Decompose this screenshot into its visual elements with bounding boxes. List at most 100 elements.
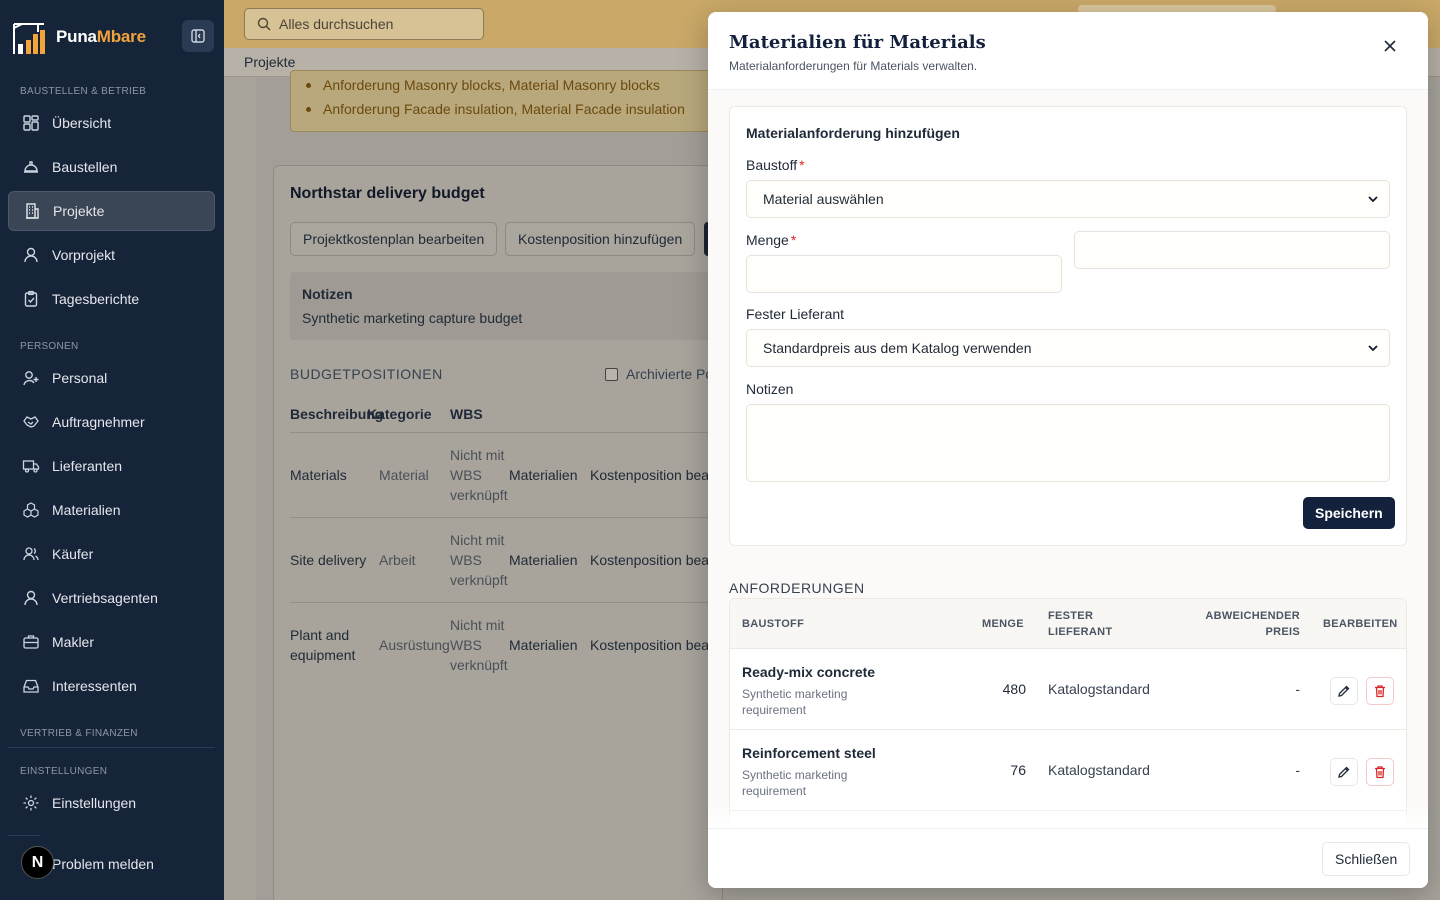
sidebar-item-label: Projekte xyxy=(53,203,105,219)
save-button[interactable]: Speichern xyxy=(1303,497,1395,529)
warning-line: Anforderung Facade insulation, Material … xyxy=(323,101,685,117)
handshake-icon xyxy=(23,416,39,428)
users-icon xyxy=(23,547,39,561)
sidebar-divider xyxy=(8,835,40,836)
report-problem-link[interactable]: Problem melden xyxy=(52,856,154,872)
sidebar-item-brokers[interactable]: Makler xyxy=(8,622,215,662)
inbox-icon xyxy=(23,679,39,693)
sidebar-item-leads[interactable]: Interessenten xyxy=(8,666,215,706)
delete-requirement-button[interactable] xyxy=(1366,758,1394,786)
scroll-fade xyxy=(708,802,1428,828)
collapse-sidebar-button[interactable] xyxy=(182,20,214,52)
requirements-title: ANFORDERUNGEN xyxy=(729,580,865,596)
truck-icon xyxy=(22,460,40,473)
budget-notes xyxy=(290,272,710,340)
column-header-category: Kategorie xyxy=(367,406,432,422)
app-logo[interactable]: PunaMbare xyxy=(8,18,146,56)
row-edit-link[interactable]: Kostenposition bea xyxy=(590,550,708,570)
requirements-table: BAUSTOFF MENGE FESTER LIEFERANT ABWEICHEN… xyxy=(729,598,1407,828)
trash-icon xyxy=(1375,685,1385,698)
chevron-down-icon xyxy=(1368,345,1378,352)
sidebar-item-daily-reports[interactable]: Tagesberichte xyxy=(8,279,215,319)
show-archived-toggle[interactable]: Archivierte Po xyxy=(605,366,713,382)
budget-title: Northstar delivery budget xyxy=(290,185,485,202)
gear-icon xyxy=(23,795,39,811)
sidebar-item-sites[interactable]: Baustellen xyxy=(8,147,215,187)
notes-textarea[interactable] xyxy=(746,404,1390,482)
delete-requirement-button[interactable] xyxy=(1366,677,1394,705)
sidebar-item-sales-agents[interactable]: Vertriebsagenten xyxy=(8,578,215,618)
row-edit-link[interactable]: Kostenposition bea xyxy=(590,465,708,485)
sidebar-item-projects[interactable]: Projekte xyxy=(8,191,215,231)
sidebar-item-suppliers[interactable]: Lieferanten xyxy=(8,446,215,486)
warning-line: Anforderung Masonry blocks, Material Mas… xyxy=(323,77,660,93)
requirement-price: - xyxy=(1295,762,1300,778)
sidebar-item-materials[interactable]: Materialien xyxy=(8,490,215,530)
row-wbs: Nicht mit WBS verknüpft xyxy=(450,617,508,673)
sidebar-item-overview[interactable]: Übersicht xyxy=(8,103,215,143)
column-header-edit: BEARBEITEN xyxy=(1323,618,1398,630)
sidebar-item-contractors[interactable]: Auftragnehmer xyxy=(8,402,215,442)
material-select[interactable]: Material auswählen xyxy=(746,180,1390,218)
requirement-quantity: 76 xyxy=(1010,762,1026,778)
sidebar-divider xyxy=(8,747,215,748)
dialog-body[interactable]: Materialanforderung hinzufügen Baustoff *… xyxy=(708,90,1428,828)
column-header-wbs: WBS xyxy=(450,406,483,422)
row-group: Materialien xyxy=(509,552,578,568)
sidebar-item-label: Interessenten xyxy=(52,678,137,694)
row-group: Materialien xyxy=(509,637,578,653)
grid-icon xyxy=(23,115,39,131)
dialog-close-button[interactable] xyxy=(1380,36,1400,56)
table-header: BAUSTOFF MENGE FESTER LIEFERANT ABWEICHEN… xyxy=(730,599,1406,649)
unit-input[interactable] xyxy=(1074,231,1390,269)
sidebar-item-buyers[interactable]: Käufer xyxy=(8,534,215,574)
section-label-operations: BAUSTELLEN & BETRIEB xyxy=(20,86,147,97)
sidebar: PunaMbare BAUSTELLEN & BETRIEB Übersicht… xyxy=(0,0,224,900)
user-icon xyxy=(24,247,38,263)
sidebar-item-label: Käufer xyxy=(52,546,94,562)
bullet-icon xyxy=(306,107,311,112)
search-icon xyxy=(257,17,271,31)
sidebar-item-label: Auftragnehmer xyxy=(52,414,145,430)
requirement-note: Synthetic marketing requirement xyxy=(742,687,848,717)
row-category: Material xyxy=(379,467,429,483)
sidebar-item-label: Tagesberichte xyxy=(52,291,140,307)
notes-text: Synthetic marketing capture budget xyxy=(302,310,523,326)
row-divider xyxy=(290,432,710,433)
close-icon xyxy=(1384,40,1396,52)
row-edit-link[interactable]: Kostenposition bea xyxy=(590,635,708,655)
budget-positions-title: BUDGETPOSITIONEN xyxy=(290,366,443,382)
bullet-icon xyxy=(306,83,311,88)
user-avatar[interactable]: N xyxy=(21,846,54,879)
global-search-input[interactable]: Alles durchsuchen xyxy=(244,8,484,40)
pencil-icon xyxy=(1338,766,1350,778)
notes-title: Notizen xyxy=(302,286,353,302)
requirement-supplier: Katalogstandard xyxy=(1048,762,1150,778)
quantity-input[interactable] xyxy=(746,255,1062,293)
edit-requirement-button[interactable] xyxy=(1330,758,1358,786)
add-cost-position-button[interactable]: Kostenposition hinzufügen xyxy=(505,222,696,256)
archived-checkbox[interactable] xyxy=(605,367,618,381)
sidebar-item-staff[interactable]: Personal xyxy=(8,358,215,398)
row-divider xyxy=(290,517,710,518)
notes-label: Notizen xyxy=(746,381,794,397)
edit-requirement-button[interactable] xyxy=(1330,677,1358,705)
supplier-select[interactable]: Standardpreis aus dem Katalog verwenden xyxy=(746,329,1390,367)
sidebar-toggle-icon xyxy=(191,29,205,43)
sidebar-item-label: Lieferanten xyxy=(52,458,123,474)
sidebar-item-preproject[interactable]: Vorprojekt xyxy=(8,235,215,275)
app-name: PunaMbare xyxy=(56,27,146,46)
form-heading: Materialanforderung hinzufügen xyxy=(746,125,960,141)
row-description: Materials xyxy=(290,467,347,483)
archived-label: Archivierte Po xyxy=(626,366,714,382)
sidebar-item-label: Vertriebsagenten xyxy=(52,590,158,606)
sidebar-item-settings[interactable]: Einstellungen xyxy=(8,783,215,823)
row-category: Ausrüstung xyxy=(379,637,450,653)
row-description: Plant and equipment xyxy=(290,627,356,663)
close-dialog-button[interactable]: Schließen xyxy=(1322,842,1411,876)
breadcrumb[interactable]: Projekte xyxy=(244,54,295,70)
edit-cost-plan-button[interactable]: Projektkostenplan bearbeiten xyxy=(290,222,498,256)
boxes-icon xyxy=(23,502,39,518)
quantity-label: Menge * xyxy=(746,232,797,248)
pencil-icon xyxy=(1338,685,1350,697)
